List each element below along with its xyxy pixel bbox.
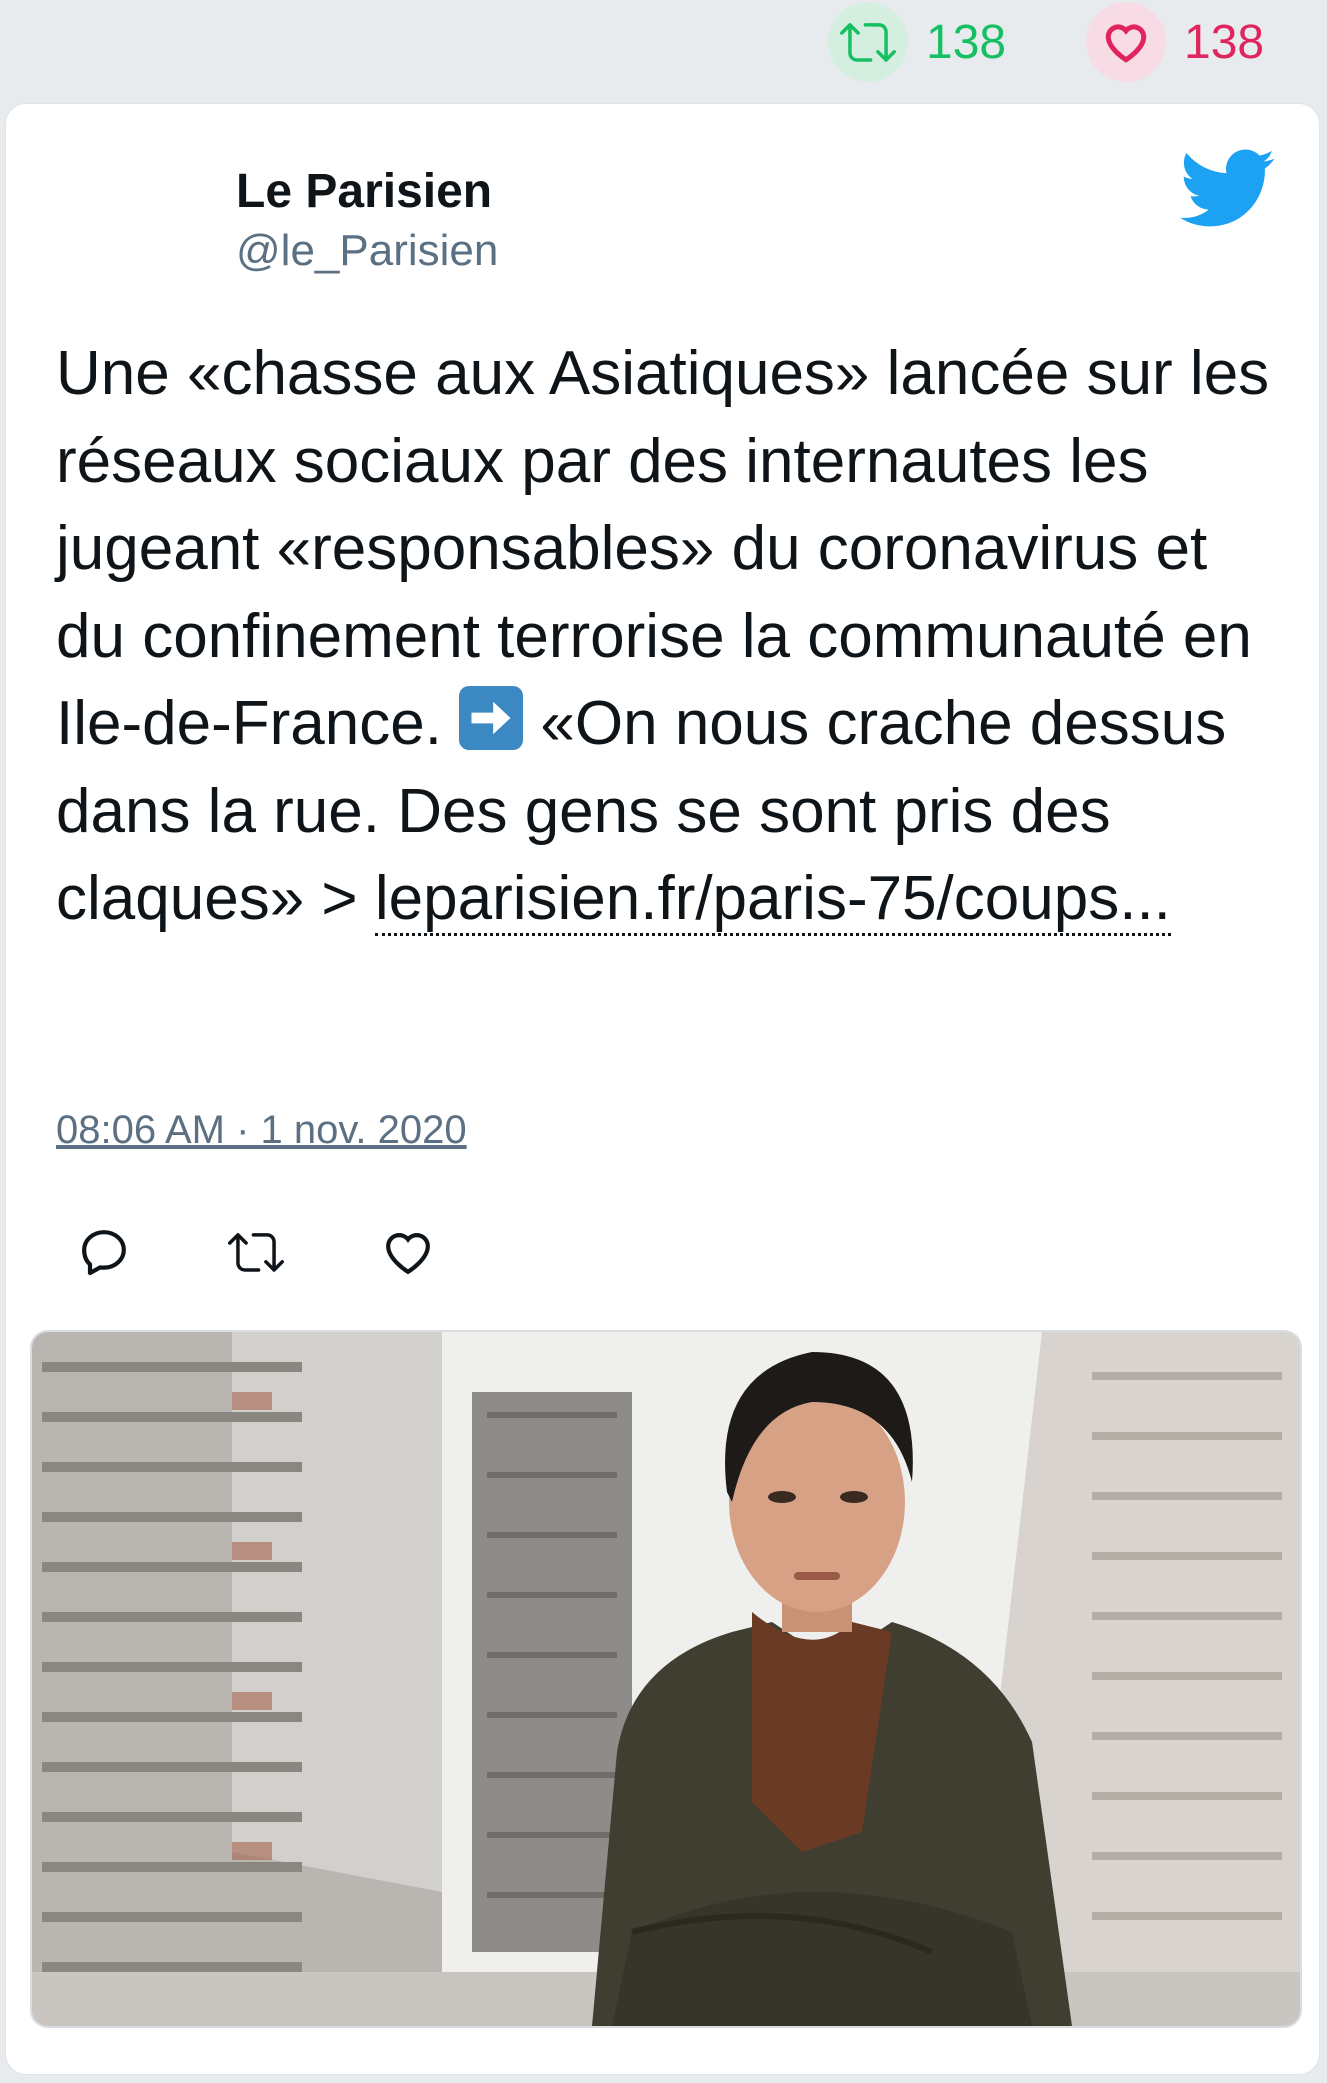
right-arrow-emoji-icon: [459, 686, 524, 750]
photo-image: [32, 1332, 1300, 2026]
tweet-photo[interactable]: [30, 1330, 1302, 2028]
retweet-icon: [828, 2, 908, 82]
heart-icon: [1086, 2, 1166, 82]
reply-icon[interactable]: [76, 1224, 132, 1280]
like-count: 138: [1184, 15, 1265, 69]
author-handle[interactable]: @le_Parisien: [236, 226, 498, 276]
tweet-timestamp[interactable]: 08:06 AM · 1 nov. 2020: [56, 1108, 467, 1153]
retweet-icon[interactable]: [228, 1224, 284, 1280]
tweet-actions: [76, 1224, 532, 1280]
tweet-card: Le Parisien @le_Parisien Une «chasse aux…: [6, 104, 1319, 2074]
tweet-text: Une «chasse aux Asiatiques» lancée sur l…: [56, 330, 1286, 943]
twitter-bird-icon[interactable]: [1176, 146, 1276, 230]
retweet-count: 138: [926, 15, 1007, 69]
author-name[interactable]: Le Parisien: [236, 164, 492, 219]
article-link[interactable]: leparisien.fr/paris-75/coups...: [374, 864, 1171, 936]
heart-icon[interactable]: [380, 1224, 436, 1280]
like-stat[interactable]: 138: [1086, 0, 1264, 84]
top-stats-bar: 138 138: [0, 0, 1327, 100]
retweet-stat[interactable]: 138: [828, 0, 1006, 84]
